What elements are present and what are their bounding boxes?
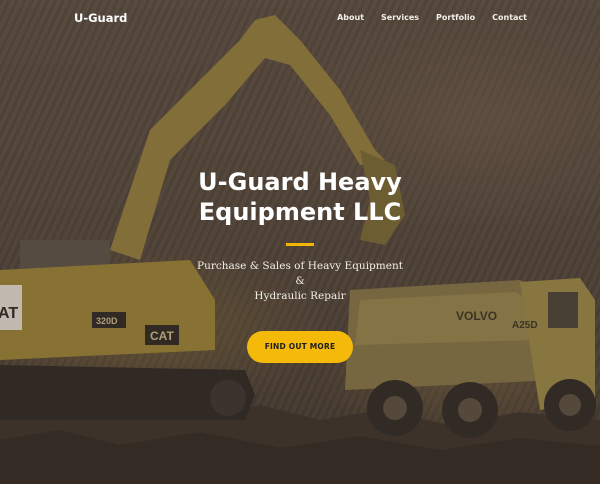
brand-logo-link[interactable]: U-Guard	[74, 11, 127, 25]
find-out-more-button[interactable]: FIND OUT MORE	[246, 331, 354, 363]
nav-link-contact[interactable]: Contact	[492, 13, 527, 22]
hero-content: U-Guard Heavy Equipment LLC Purchase & S…	[0, 167, 600, 363]
top-navbar: U-Guard About Services Portfolio Contact	[0, 0, 600, 36]
hero-title: U-Guard Heavy Equipment LLC	[198, 168, 402, 226]
nav-link-about[interactable]: About	[337, 13, 364, 22]
subtitle-line-2: Hydraulic Repair	[254, 290, 346, 302]
nav-link-portfolio[interactable]: Portfolio	[436, 13, 475, 22]
subtitle-line-1: Purchase & Sales of Heavy Equipment	[197, 260, 403, 272]
title-divider	[286, 243, 314, 246]
hero-subtitle: Purchase & Sales of Heavy Equipment & Hy…	[0, 259, 600, 304]
hero-section: VOLVO A25D AT 320D CAT U-Guard About Ser…	[0, 0, 600, 484]
subtitle-ampersand: &	[295, 275, 305, 287]
nav-link-services[interactable]: Services	[381, 13, 419, 22]
nav-menu: About Services Portfolio Contact	[337, 13, 527, 22]
